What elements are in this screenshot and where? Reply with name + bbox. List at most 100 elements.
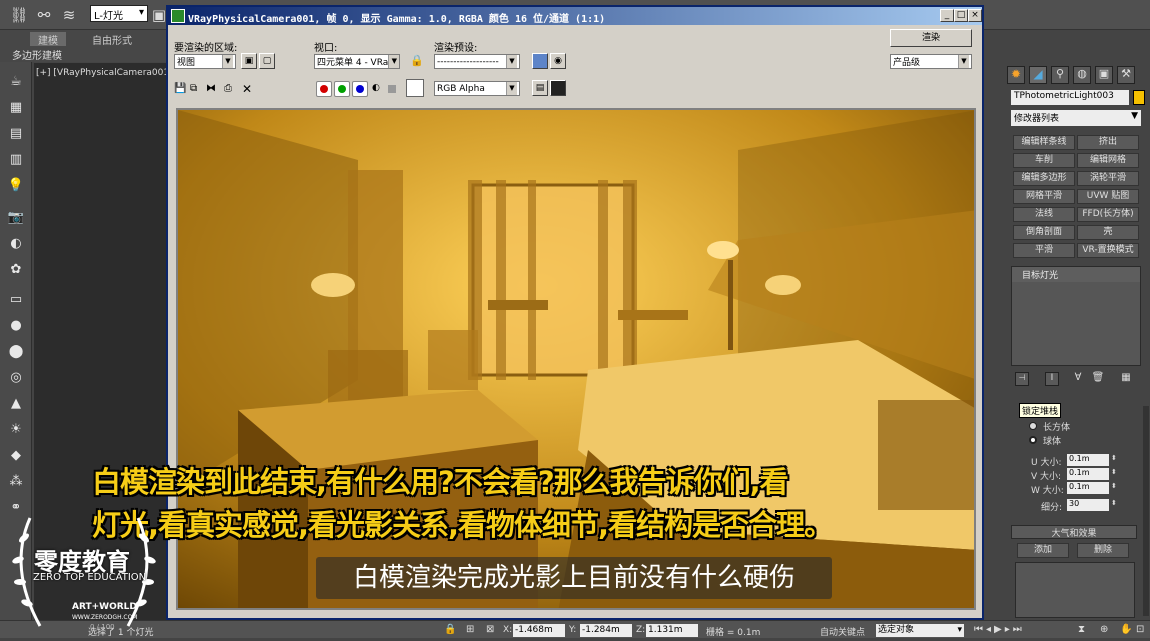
alpha-channel-icon[interactable]: ◐ — [372, 83, 380, 93]
w-size-input[interactable]: 0.1m — [1067, 482, 1109, 494]
clear-icon[interactable]: ✕ — [242, 82, 252, 96]
close-icon[interactable]: × — [968, 9, 982, 22]
modifier-button[interactable]: 编辑样条线 — [1013, 135, 1075, 150]
torus-icon[interactable]: ◎ — [6, 368, 26, 386]
mono-icon[interactable] — [388, 85, 396, 93]
modifier-button[interactable]: 网格平滑 — [1013, 189, 1075, 204]
display-channel-icon[interactable]: ▤ — [532, 80, 548, 96]
atmos-rollout-header[interactable]: 大气和效果 — [1011, 525, 1137, 539]
v-size-input[interactable]: 0.1m — [1067, 468, 1109, 480]
particles-icon[interactable]: ⁂ — [6, 472, 26, 490]
segments-input[interactable]: 30 — [1067, 499, 1109, 511]
viewport-label[interactable]: [+] [VRayPhysicalCamera001] [ — [36, 68, 179, 78]
object-name-field[interactable]: TPhotometricLight003 — [1011, 90, 1129, 105]
delete-button[interactable]: 删除 — [1077, 543, 1129, 558]
edit-region-icon[interactable]: ▣ — [241, 53, 257, 69]
zoom-extents-icon[interactable]: ⊕ — [1100, 624, 1108, 635]
teapot-icon[interactable]: ☕ — [6, 72, 26, 90]
modify-tab-icon[interactable]: ◢ — [1029, 66, 1047, 84]
light-icon[interactable]: 💡 — [6, 176, 26, 194]
color-swatch[interactable] — [406, 79, 424, 97]
channel-dropdown[interactable]: RGB Alpha ▼ — [434, 81, 520, 96]
playback-controls[interactable]: ⏮◂▶▸⏭ — [974, 624, 1025, 635]
system-icon[interactable]: ✿ — [6, 260, 26, 278]
sphere-radio[interactable] — [1029, 436, 1037, 444]
spinner-icon[interactable]: ⬍ — [1111, 454, 1117, 462]
motion-tab-icon[interactable]: ◍ — [1073, 66, 1091, 84]
modifier-button[interactable]: 倒角剖面 — [1013, 225, 1075, 240]
modifier-list-dropdown[interactable]: 修改器列表 ▼ — [1011, 110, 1141, 126]
minimize-icon[interactable]: _ — [940, 9, 954, 22]
geosphere-icon[interactable]: ◆ — [6, 446, 26, 464]
auto-region-icon[interactable]: ▢ — [259, 53, 275, 69]
toggle-ui-icon[interactable] — [550, 80, 566, 96]
modifier-button[interactable]: 涡轮平滑 — [1077, 171, 1139, 186]
create-tab-icon[interactable]: ✹ — [1007, 66, 1025, 84]
green-channel-icon[interactable] — [334, 81, 350, 97]
area-dropdown[interactable]: 视图 ▼ — [174, 54, 236, 69]
modifier-button[interactable]: 挤出 — [1077, 135, 1139, 150]
render-button[interactable]: 渲染 — [890, 29, 972, 47]
modifier-button[interactable]: UVW 贴图 — [1077, 189, 1139, 204]
display-tab-icon[interactable]: ▣ — [1095, 66, 1113, 84]
tab-freeform[interactable]: 自由形式 — [88, 32, 136, 47]
spinner-icon[interactable]: ⬍ — [1111, 482, 1117, 490]
object-color-swatch[interactable] — [1133, 90, 1145, 105]
modifier-button[interactable]: 车削 — [1013, 153, 1075, 168]
camera-icon[interactable]: 📷 — [6, 208, 26, 226]
y-coord-input[interactable]: -1.284m — [580, 624, 632, 637]
next-frame-icon[interactable]: ▸ — [1005, 624, 1013, 635]
tab-modeling[interactable]: 建模 — [30, 32, 66, 47]
cone-icon[interactable]: ▲ — [6, 394, 26, 412]
panel-scrollbar[interactable] — [1143, 406, 1149, 616]
lock-icon[interactable]: 🔒 — [410, 54, 424, 67]
selection-filter-dropdown[interactable]: L-灯光 ▾ — [90, 5, 148, 22]
pin-stack-icon[interactable]: ⊣ — [1015, 372, 1029, 386]
helper-icon[interactable]: ◐ — [6, 234, 26, 252]
utilities-tab-icon[interactable]: ⚒ — [1117, 66, 1135, 84]
z-coord-input[interactable]: 1.131m — [646, 624, 698, 637]
modifier-button[interactable]: VR-置换模式 — [1077, 243, 1139, 258]
window-titlebar[interactable]: VRayPhysicalCamera001, 帧 0, 显示 Gamma: 1.… — [168, 7, 982, 25]
time-config-icon[interactable]: ⧗ — [1078, 624, 1085, 635]
maximize-viewport-icon[interactable]: ⊡ — [1136, 624, 1144, 635]
configure-sets-icon[interactable]: ▦ — [1119, 372, 1133, 386]
make-unique-icon[interactable]: ∀ — [1071, 372, 1085, 386]
render-setup-icon[interactable]: ▦ — [6, 98, 26, 116]
u-size-input[interactable]: 0.1m — [1067, 454, 1109, 466]
effects-list[interactable] — [1015, 562, 1135, 618]
modifier-button[interactable]: FFD(长方体) — [1077, 207, 1139, 222]
clone-frame-icon[interactable]: ⧓ — [206, 83, 216, 94]
stack-item[interactable]: 目标灯光 — [1012, 267, 1140, 282]
modifier-button[interactable]: 法线 — [1013, 207, 1075, 222]
sun-icon[interactable]: ☀ — [6, 420, 26, 438]
save-image-icon[interactable]: 💾 — [174, 83, 186, 94]
modifier-button[interactable]: 平滑 — [1013, 243, 1075, 258]
hierarchy-tab-icon[interactable]: ⚲ — [1051, 66, 1069, 84]
maximize-icon[interactable]: □ — [954, 9, 968, 22]
environment-icon[interactable]: ◉ — [550, 53, 566, 69]
spinner-icon[interactable]: ⬍ — [1111, 499, 1117, 507]
previous-frame-icon[interactable]: ◂ — [986, 624, 994, 635]
transform-mode-icon[interactable]: ⊞ — [466, 624, 474, 635]
viewport-dropdown[interactable]: 四元菜单 4 - VRa ▼ — [314, 54, 400, 69]
print-icon[interactable]: ⎙ — [224, 83, 232, 94]
quality-dropdown[interactable]: 产品级 ▼ — [890, 54, 972, 69]
box-radio[interactable] — [1029, 422, 1037, 430]
x-coord-input[interactable]: -1.468m — [513, 624, 565, 637]
modifier-stack[interactable]: 目标灯光 — [1011, 266, 1141, 366]
absolute-mode-icon[interactable]: ⊠ — [486, 624, 494, 635]
show-end-result-icon[interactable]: I — [1045, 372, 1059, 386]
unlink-icon[interactable]: ⚯ — [33, 4, 55, 26]
modifier-button[interactable]: 编辑多边形 — [1013, 171, 1075, 186]
cylinder-icon[interactable]: ⬤ — [6, 342, 26, 360]
box-icon[interactable]: ▭ — [6, 290, 26, 308]
add-button[interactable]: 添加 — [1017, 543, 1069, 558]
bind-space-warp-icon[interactable]: ≋ — [58, 4, 80, 26]
render-setup-button-icon[interactable] — [532, 53, 548, 69]
go-to-end-icon[interactable]: ⏭ — [1013, 624, 1025, 635]
render-frame-icon[interactable]: ▥ — [6, 150, 26, 168]
sphere-icon[interactable]: ● — [6, 316, 26, 334]
spinner-icon[interactable]: ⬍ — [1111, 468, 1117, 476]
preset-dropdown[interactable]: ------------------- ▼ — [434, 54, 520, 69]
